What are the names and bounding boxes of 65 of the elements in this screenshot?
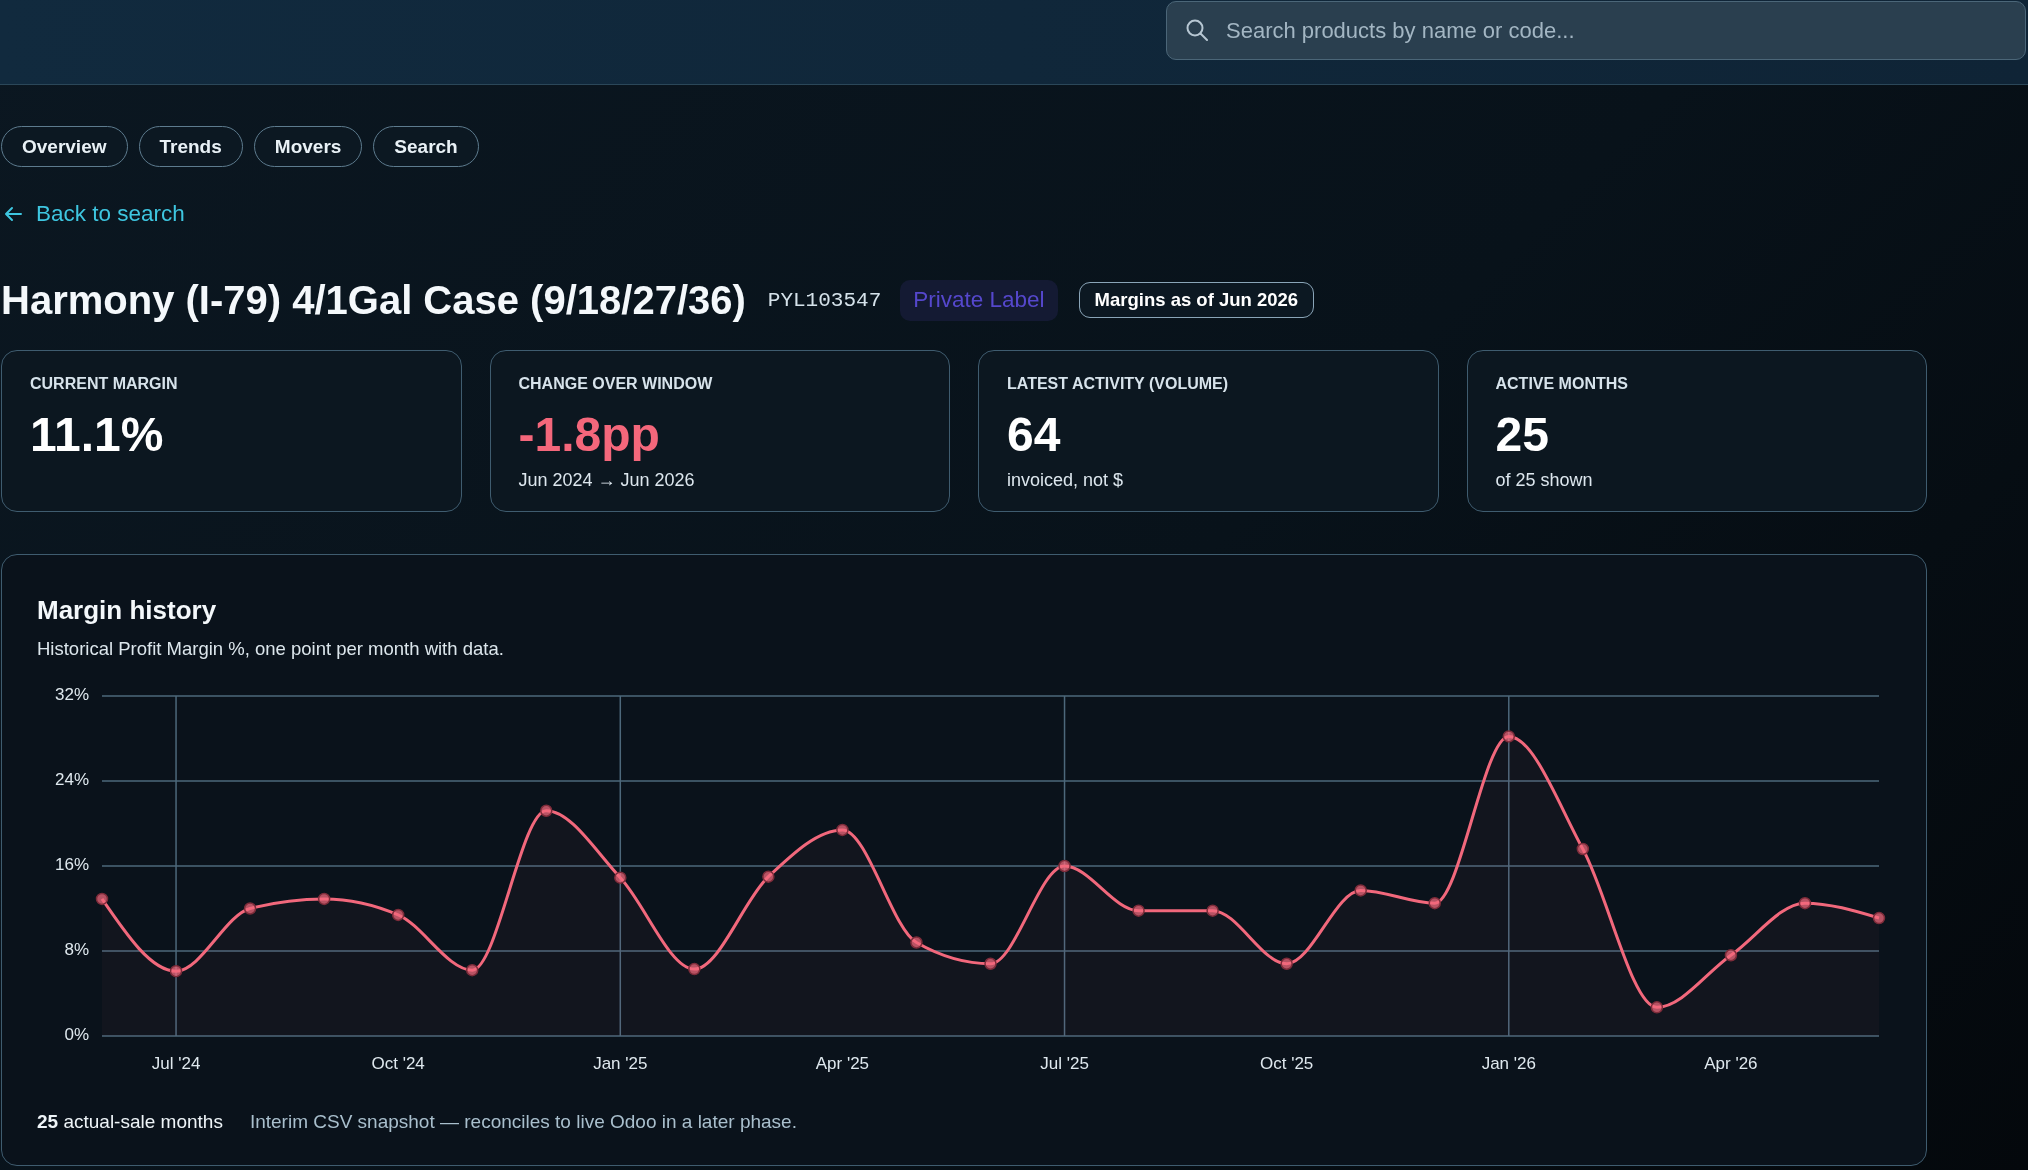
data-point — [614, 871, 627, 884]
stat-note: of 25 shown — [1495, 469, 1594, 491]
stat-label: LATEST ACTIVITY (VOLUME) — [1007, 374, 1230, 394]
data-point — [984, 957, 997, 970]
data-note: Interim CSV snapshot — reconciles to live Odoo in a later phase. — [249, 1110, 797, 1134]
data-point — [465, 963, 479, 977]
nav-tab[interactable]: Trends — [138, 126, 243, 167]
product-code: PYL103547 — [767, 288, 882, 312]
data-point — [317, 892, 331, 906]
data-point — [391, 908, 405, 922]
stat-label: CHANGE OVER WINDOW — [518, 374, 714, 394]
arrow-left-icon — [4, 206, 22, 222]
data-point — [688, 962, 701, 976]
data-point — [1576, 842, 1590, 856]
as-of-chip: Margins as of Jun 2026 — [1078, 282, 1315, 318]
chart-subtitle: Historical Profit Margin %, one point per month with data. — [37, 637, 505, 661]
y-axis-label: 0% — [64, 1025, 89, 1045]
data-point — [95, 892, 109, 906]
y-axis-label: 16% — [54, 855, 89, 875]
data-point — [1132, 904, 1145, 917]
data-point — [1280, 957, 1293, 970]
month-count: 25 actual-sale months — [37, 1110, 223, 1134]
data-point — [243, 902, 257, 915]
nav-tab[interactable]: Overview — [1, 126, 128, 167]
data-point — [1650, 1001, 1664, 1014]
chart-title: Margin history — [37, 595, 218, 625]
data-point — [1872, 911, 1886, 925]
product-title: Harmony (I-79) 4/1Gal Case (9/18/27/36) — [1, 277, 746, 323]
back-link[interactable]: Back to search — [4, 201, 185, 227]
search-icon — [1186, 19, 1208, 41]
search-field[interactable]: Search products by name or code... — [1166, 1, 2026, 60]
y-axis-label: 24% — [54, 770, 89, 790]
stat-value: 64 — [1007, 409, 1062, 461]
x-axis-label: Jul '25 — [1040, 1054, 1089, 1073]
data-point — [1428, 896, 1441, 910]
stat-value: 11.1% — [30, 409, 165, 461]
stat-label: ACTIVE MONTHS — [1495, 374, 1629, 394]
stat-value: 25 — [1495, 409, 1550, 461]
x-axis-label: Oct '24 — [371, 1054, 425, 1073]
x-axis-label: Oct '25 — [1260, 1054, 1314, 1073]
stat-note: Jun 2024 → Jun 2026 — [518, 469, 696, 491]
category-tag: Private Label — [900, 279, 1058, 321]
y-axis-label: 8% — [64, 940, 89, 960]
data-point — [836, 823, 849, 837]
data-point — [1724, 949, 1738, 962]
data-point — [1502, 730, 1516, 743]
data-point — [1058, 859, 1071, 873]
data-point — [1798, 896, 1812, 910]
x-axis-label: Apr '26 — [1704, 1054, 1758, 1073]
data-point — [169, 964, 183, 978]
x-axis-label: Jul '24 — [151, 1054, 201, 1073]
data-point — [1206, 904, 1219, 917]
data-point — [910, 936, 923, 949]
x-axis-label: Jan '26 — [1481, 1054, 1536, 1073]
x-axis-label: Jan '25 — [593, 1054, 648, 1073]
nav-tab[interactable]: Movers — [253, 126, 363, 167]
stat-value: -1.8pp — [518, 409, 661, 461]
y-axis-label: 32% — [54, 685, 89, 705]
stat-note: invoiced, not $ — [1007, 469, 1125, 491]
data-point — [762, 870, 775, 883]
nav-tab[interactable]: Search — [373, 126, 479, 167]
data-point — [1354, 884, 1367, 897]
data-point — [540, 804, 553, 817]
stat-label: CURRENT MARGIN — [30, 374, 179, 394]
x-axis-label: Apr '25 — [815, 1054, 870, 1073]
